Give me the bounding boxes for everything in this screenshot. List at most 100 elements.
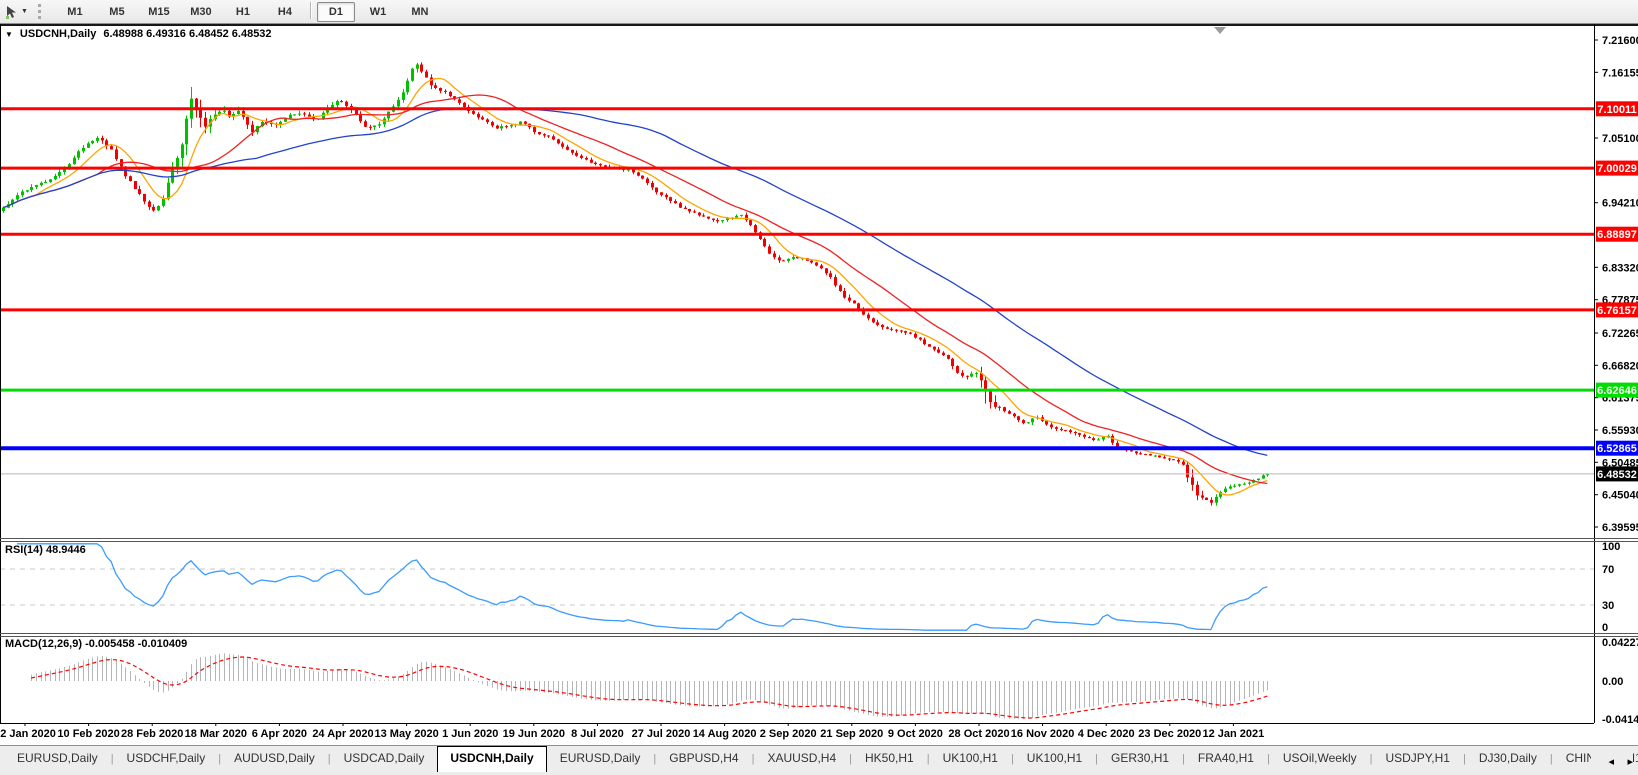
timeframe-button-h1[interactable]: H1 (224, 2, 262, 22)
candle-body (975, 373, 978, 374)
candle-body (792, 257, 795, 259)
candle-body (298, 114, 301, 115)
candle-body (491, 122, 494, 126)
chart-window[interactable]: 7.216007.161557.051006.942106.833206.778… (0, 24, 1638, 745)
candle-body (637, 172, 640, 175)
candle-body (21, 192, 24, 196)
chart-title-bar: ▼ USDCNH,Daily 6.48988 6.49316 6.48452 6… (5, 28, 272, 40)
candle-body (1078, 433, 1081, 435)
toolbar-grip[interactable] (38, 4, 44, 19)
chart-tab-usdjpy-h1[interactable]: USDJPY,H1 (1372, 746, 1462, 771)
date-label: 14 Aug 2020 (693, 728, 757, 740)
timeframe-button-m15[interactable]: M15 (140, 2, 178, 22)
chart-tab-usdchf-daily[interactable]: USDCHF,Daily (114, 746, 219, 771)
candle-body (575, 153, 578, 156)
candle-body (1262, 475, 1265, 478)
timeframe-button-w1[interactable]: W1 (359, 2, 397, 22)
candle-body (768, 246, 771, 253)
rsi-label: RSI(14) 48.9446 (5, 544, 86, 556)
candle-body (1248, 483, 1251, 484)
price-line-label: 6.48532 (1597, 469, 1637, 481)
candle-body (707, 217, 710, 219)
timeframe-button-h4[interactable]: H4 (266, 2, 304, 22)
candle-body (857, 303, 860, 308)
chart-menu-caret-icon[interactable]: ▼ (5, 30, 13, 39)
chart-tab-eurusd-daily[interactable]: EURUSD,Daily (4, 746, 111, 771)
chart-tab-usdcnh-daily[interactable]: USDCNH,Daily (437, 746, 546, 772)
chart-tab-uk100-h1[interactable]: UK100,H1 (1014, 746, 1095, 771)
chart-tab-hk50-h1[interactable]: HK50,H1 (852, 746, 927, 771)
candle-body (1158, 456, 1161, 458)
rsi-axis-label: 30 (1602, 600, 1614, 612)
candle-body (684, 208, 687, 209)
candle-body (1092, 438, 1095, 440)
chart-tab-ger30-h1[interactable]: GER30,H1 (1098, 746, 1182, 771)
candle-body (1182, 462, 1185, 465)
timeframe-button-mn[interactable]: MN (401, 2, 439, 22)
chart-tab-gbpusd-h4[interactable]: GBPUSD,H4 (656, 746, 751, 771)
candle-body (336, 101, 339, 105)
tab-scroll-left-icon[interactable]: ◂ (1608, 756, 1614, 768)
timeframe-button-d1[interactable]: D1 (317, 2, 355, 22)
timeframe-button-m30[interactable]: M30 (182, 2, 220, 22)
candle-body (458, 99, 461, 102)
candle-body (933, 347, 936, 350)
chart-tab-uk100-h1[interactable]: UK100,H1 (930, 746, 1011, 771)
candle-body (561, 143, 564, 146)
candle-body (646, 179, 649, 183)
candle-body (1233, 486, 1236, 487)
chart-tab-eurusd-daily[interactable]: EURUSD,Daily (547, 746, 654, 771)
candle-body (1008, 411, 1011, 414)
chart-tab-dj30-daily[interactable]: DJ30,Daily (1466, 746, 1550, 771)
candle-body (942, 353, 945, 355)
chart-tab-xauusd-h4[interactable]: XAUUSD,H4 (754, 746, 849, 771)
chart-tab-bar: EURUSD,Daily|USDCHF,Daily|AUDUSD,Daily|U… (0, 745, 1638, 775)
tab-scroll-arrows: ◂ ▸ (1591, 752, 1633, 770)
candle-body (58, 172, 61, 176)
chart-tab-usoil-weekly[interactable]: USOil,Weekly (1270, 746, 1370, 771)
candle-body (900, 331, 903, 332)
candle-body (359, 115, 362, 122)
timeframe-button-m1[interactable]: M1 (56, 2, 94, 22)
candle-body (519, 122, 522, 125)
candle-body (1045, 421, 1048, 425)
candle-body (928, 344, 931, 347)
candle-body (524, 122, 527, 124)
candle-body (1003, 407, 1006, 411)
date-label: 18 Mar 2020 (185, 728, 247, 740)
chart-canvas[interactable]: 7.216007.161557.051006.942106.833206.778… (0, 24, 1638, 745)
candle-body (919, 338, 922, 340)
candle-body (599, 164, 602, 165)
candle-body (834, 277, 837, 285)
chart-tab-audusd-daily[interactable]: AUDUSD,Daily (221, 746, 328, 771)
candle-body (590, 160, 593, 163)
candle-body (54, 176, 57, 179)
candle-body (129, 176, 132, 181)
candle-body (890, 329, 893, 330)
tab-scroll-right-icon[interactable]: ▸ (1627, 756, 1633, 768)
candle-body (148, 202, 151, 207)
candle-body (30, 187, 33, 190)
chart-ohlc-values: 6.48988 6.49316 6.48452 6.48532 (103, 28, 271, 40)
chart-symbol-period: USDCNH,Daily (20, 28, 96, 40)
candle-body (1243, 484, 1246, 485)
candle-body (778, 257, 781, 260)
chart-tab-fra40-h1[interactable]: FRA40,H1 (1185, 746, 1267, 771)
chart-tab-usdcad-daily[interactable]: USDCAD,Daily (331, 746, 438, 771)
toolbar-separator (310, 2, 311, 19)
candle-body (416, 65, 419, 69)
candle-body (73, 158, 76, 165)
chart-shift-marker[interactable] (1214, 27, 1226, 34)
candle-body (1154, 456, 1157, 457)
candle-body (96, 138, 99, 141)
candle-body (749, 220, 752, 225)
candle-body (782, 260, 785, 261)
candle-body (162, 199, 165, 206)
candle-body (1191, 477, 1194, 484)
pointer-tool-button[interactable] (2, 4, 20, 20)
pointer-tool-caret-icon[interactable]: ▼ (21, 8, 28, 15)
macd-signal-line (31, 657, 1267, 718)
timeframe-button-m5[interactable]: M5 (98, 2, 136, 22)
price-tick-label: 6.72265 (1602, 328, 1638, 340)
candle-body (373, 126, 376, 128)
